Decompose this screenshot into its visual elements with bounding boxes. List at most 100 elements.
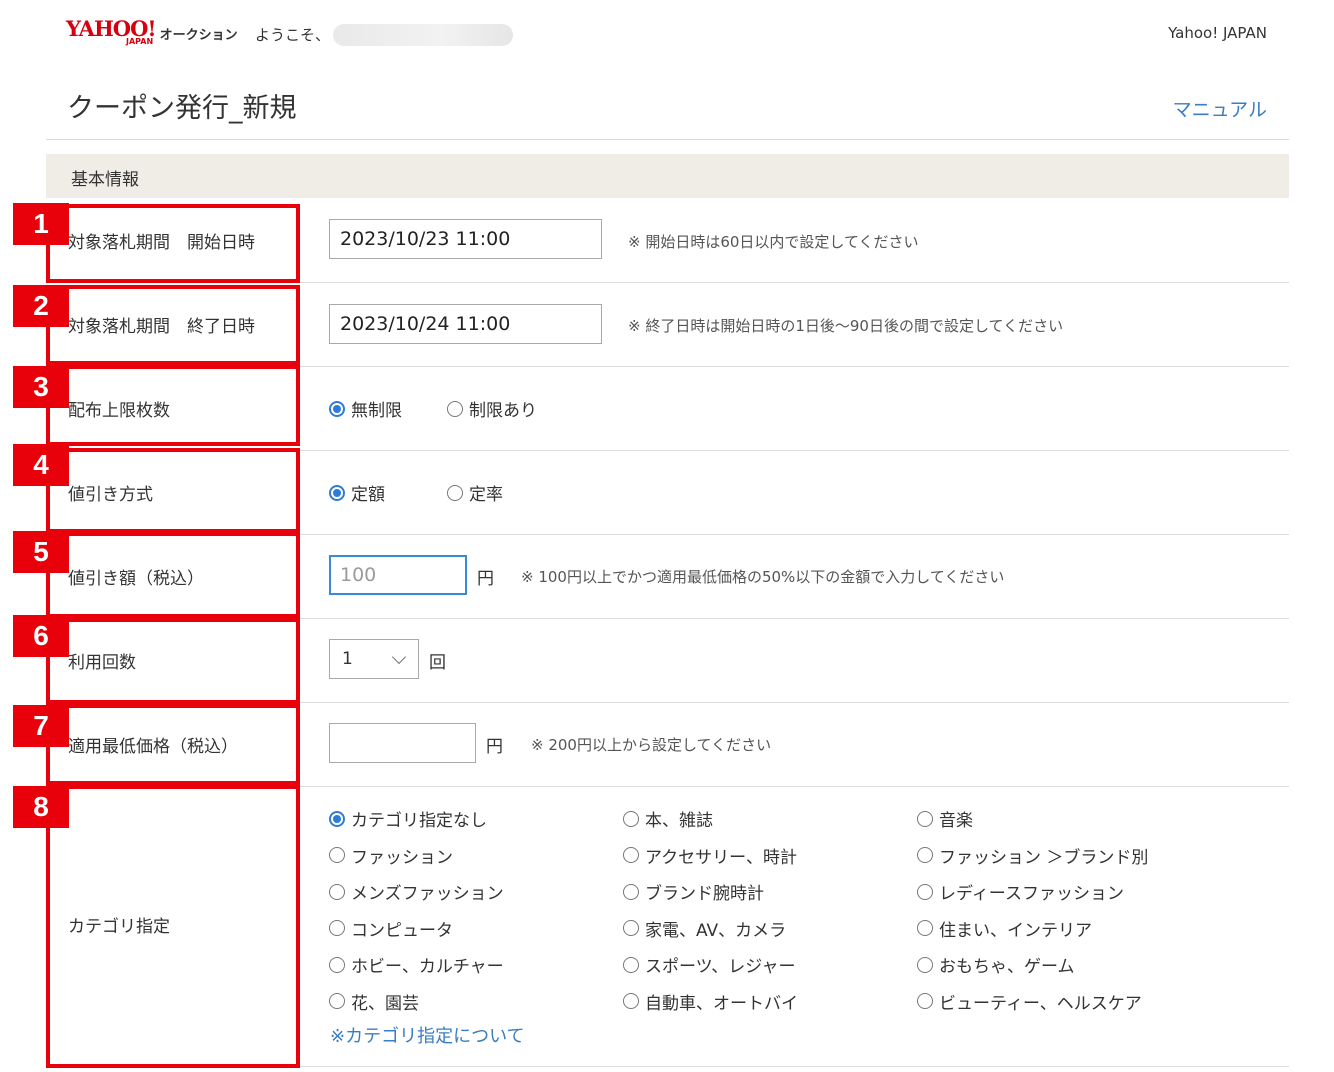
number-badge-6: 6 (13, 615, 69, 657)
radio-unchecked-icon (623, 883, 639, 900)
minimum-price-input[interactable] (329, 723, 476, 763)
number-badge-7: 7 (13, 705, 69, 747)
distribution-limit-label: 配布上限枚数 (68, 401, 170, 421)
number-badge-4: 4 (13, 444, 69, 486)
category-option[interactable]: ビューティー、ヘルスケア (917, 989, 1142, 1014)
category-option[interactable]: ファッション ＞ブランド別 (917, 843, 1148, 868)
radio-unchecked-icon (917, 847, 933, 863)
row-usage-count: 利用回数 1 回 (46, 619, 1289, 703)
category-option-label: 住まい、インテリア (939, 920, 1092, 941)
page-title: クーポン発行_新規 (67, 93, 297, 124)
radio-unchecked-icon (917, 920, 933, 936)
radio-unchecked-icon (623, 920, 639, 936)
row-category: カテゴリ指定 カテゴリ指定なし 本、雑誌 音楽ファッション アクセサリー、時計 ファッシ… (46, 787, 1289, 1067)
category-option[interactable]: 音楽 (917, 806, 973, 831)
category-option[interactable]: アクセサリー、時計 (623, 843, 797, 868)
category-option-label: 本、雑誌 (645, 811, 713, 831)
category-option[interactable]: 本、雑誌 (623, 806, 713, 831)
radio-unchecked-icon (917, 993, 933, 1009)
radio-fixed-amount[interactable]: 定額 (329, 480, 385, 505)
yahoo-auction-logo[interactable]: YAHOO! JAPAN オークション (66, 18, 238, 46)
radio-unlimited[interactable]: 無制限 (329, 396, 402, 421)
category-option[interactable]: ホビー、カルチャー (329, 952, 504, 977)
category-option-label: アクセサリー、時計 (645, 847, 797, 868)
category-option-label: おもちゃ、ゲーム (939, 957, 1075, 977)
category-option[interactable]: 自動車、オートバイ (623, 989, 798, 1014)
row-distribution-limit: 配布上限枚数 無制限 制限あり (46, 367, 1289, 451)
blurred-username (333, 24, 513, 46)
radio-unchecked-icon (917, 956, 933, 973)
category-option-label: 音楽 (939, 811, 973, 831)
category-label: カテゴリ指定 (68, 917, 170, 937)
radio-limited[interactable]: 制限あり (447, 396, 537, 421)
row-end-datetime: 対象落札期間 終了日時 ※ 終了日時は開始日時の1日後～90日後の間で設定してく… (46, 283, 1289, 367)
category-option-label: ビューティー、ヘルスケア (939, 993, 1142, 1014)
category-option[interactable]: ファッション (329, 843, 453, 868)
category-option[interactable]: 花、園芸 (329, 989, 419, 1014)
number-badge-8: 8 (13, 786, 69, 828)
section-title: 基本情報 (71, 170, 139, 190)
category-option[interactable]: スポーツ、レジャー (623, 952, 795, 977)
divider (46, 139, 1289, 140)
radio-unchecked-icon (623, 810, 639, 827)
usage-count-value: 1 (342, 649, 353, 669)
yahoo-japan-link[interactable]: Yahoo! JAPAN (1168, 24, 1267, 42)
radio-unchecked-icon (329, 993, 345, 1009)
row-start-datetime: 対象落札期間 開始日時 ※ 開始日時は60日以内で設定してください (46, 198, 1289, 283)
category-help-link[interactable]: ※カテゴリ指定について (330, 1022, 525, 1048)
radio-checked-icon (329, 400, 345, 417)
manual-link[interactable]: マニュアル (1173, 95, 1267, 122)
chevron-down-icon (391, 649, 407, 665)
radio-unchecked-icon (917, 810, 933, 827)
number-badge-2: 2 (13, 285, 69, 327)
category-option[interactable]: おもちゃ、ゲーム (917, 952, 1075, 977)
yen-unit: 円 (477, 569, 494, 589)
discount-amount-note: ※ 100円以上でかつ適用最低価格の50%以下の金額で入力してください (521, 568, 1005, 586)
category-option[interactable]: ブランド腕時計 (623, 879, 764, 904)
row-discount-amount: 値引き額（税込） 円 ※ 100円以上でかつ適用最低価格の50%以下の金額で入力… (46, 535, 1289, 619)
category-option[interactable]: 住まい、インテリア (917, 916, 1092, 941)
radio-checked-icon (329, 484, 345, 501)
radio-unchecked-icon (329, 920, 345, 936)
category-option-label: ファッション (351, 847, 453, 868)
usage-count-select[interactable]: 1 (329, 639, 419, 679)
radio-unchecked-icon (447, 400, 463, 417)
radio-unchecked-icon (917, 883, 933, 900)
row-discount-method: 値引き方式 定額 定率 (46, 451, 1289, 535)
number-badge-5: 5 (13, 531, 69, 573)
radio-checked-icon (329, 810, 345, 827)
category-option-label: スポーツ、レジャー (645, 957, 796, 977)
discount-method-label: 値引き方式 (68, 485, 153, 505)
category-option[interactable]: レディースファッション (917, 879, 1124, 904)
category-option-label: メンズファッション (351, 884, 504, 904)
category-option-label: 自動車、オートバイ (645, 993, 798, 1014)
radio-unchecked-icon (329, 847, 345, 863)
radio-label: 制限あり (469, 401, 537, 421)
discount-amount-label: 値引き額（税込） (68, 569, 204, 589)
start-datetime-input[interactable] (329, 219, 602, 259)
radio-unchecked-icon (329, 883, 345, 900)
welcome-text: ようこそ、 (255, 26, 331, 44)
yen-unit: 円 (486, 737, 503, 757)
category-option-label: ブランド腕時計 (645, 884, 764, 904)
radio-fixed-rate[interactable]: 定率 (447, 480, 503, 505)
category-option-label: ファッション ＞ブランド別 (939, 847, 1149, 868)
number-badge-1: 1 (13, 203, 69, 245)
category-option[interactable]: コンピュータ (329, 916, 453, 941)
end-datetime-label: 対象落札期間 終了日時 (68, 317, 255, 337)
category-option[interactable]: カテゴリ指定なし (329, 806, 487, 831)
radio-unchecked-icon (623, 847, 639, 863)
end-datetime-input[interactable] (329, 304, 602, 344)
section-header: 基本情報 (46, 154, 1289, 198)
discount-amount-input[interactable] (329, 555, 467, 595)
number-badge-3: 3 (13, 366, 69, 408)
header: YAHOO! JAPAN オークション ようこそ、 Yahoo! JAPAN (0, 0, 1334, 64)
minimum-price-note: ※ 200円以上から設定してください (531, 736, 772, 754)
radio-label: 定率 (469, 485, 503, 505)
usage-count-label: 利用回数 (68, 653, 136, 673)
category-option[interactable]: 家電、AV、カメラ (623, 916, 786, 941)
end-datetime-note: ※ 終了日時は開始日時の1日後～90日後の間で設定してください (628, 317, 1064, 335)
category-option[interactable]: メンズファッション (329, 879, 504, 904)
times-unit: 回 (429, 653, 446, 673)
category-option-label: カテゴリ指定なし (351, 811, 487, 831)
